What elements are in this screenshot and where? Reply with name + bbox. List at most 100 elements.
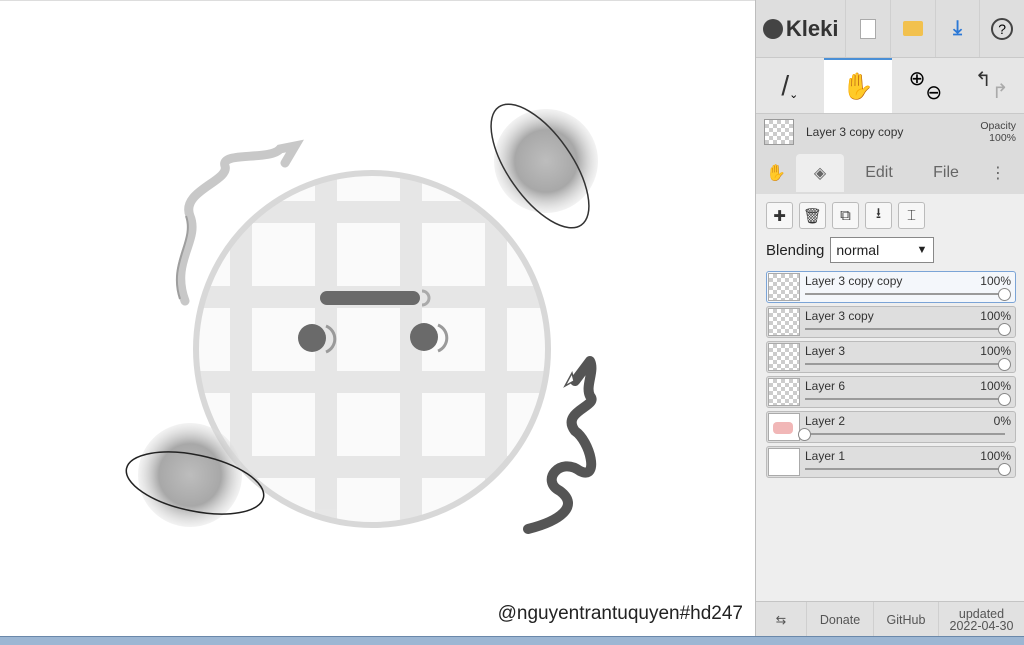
updated-date: 2022-04-30 <box>949 618 1014 633</box>
opacity-value: 100% <box>989 132 1016 144</box>
layer-thumbnail <box>768 308 800 336</box>
add-layer-button[interactable]: ✚ <box>766 202 793 229</box>
folder-icon <box>902 21 923 36</box>
layer-opacity-slider[interactable] <box>805 293 1005 295</box>
layer-name: Layer 3 <box>805 344 846 358</box>
layer-opacity-slider[interactable] <box>805 398 1005 400</box>
zoom-controls: ⊕ ⊖ <box>892 58 960 113</box>
rename-icon: ⌶ <box>906 207 916 224</box>
layer-name: Layer 6 <box>805 379 846 393</box>
opacity-label: Opacity <box>980 120 1016 132</box>
blending-value: normal <box>836 242 880 258</box>
delete-layer-button[interactable]: 🗑 <box>799 202 826 229</box>
more-menu-icon[interactable]: ⋮ <box>978 154 1018 192</box>
slider-knob[interactable] <box>998 288 1011 301</box>
new-button[interactable] <box>846 0 891 57</box>
download-icon: ⤓ <box>953 17 962 39</box>
slider-knob[interactable] <box>998 463 1011 476</box>
layer-name: Layer 2 <box>805 414 846 428</box>
current-layer-thumbnail <box>764 119 794 145</box>
undo-icon[interactable]: ↰ <box>975 67 992 92</box>
layer-opacity: 100% <box>980 449 1011 463</box>
brush-tool-button[interactable]: / ⌄ <box>756 58 824 113</box>
layer-name: Layer 3 copy <box>805 309 874 323</box>
hand-tool-button[interactable]: ✋ <box>823 58 892 113</box>
rename-layer-button[interactable]: ⌶ <box>898 202 925 229</box>
top-toolbar: Kleki ⤓ ? <box>756 0 1024 58</box>
layer-thumbnail <box>768 413 800 441</box>
hand-icon: ✋ <box>766 165 786 182</box>
kleki-logo-icon <box>762 18 783 39</box>
open-button[interactable] <box>891 0 936 57</box>
os-taskbar <box>0 636 1024 645</box>
save-button[interactable]: ⤓ <box>936 0 981 57</box>
duplicate-layer-button[interactable]: ⧉ <box>832 202 859 229</box>
slider-knob[interactable] <box>998 358 1011 371</box>
layer-opacity-slider[interactable] <box>805 468 1005 470</box>
layer-row[interactable]: Layer 3 100% <box>766 341 1016 373</box>
chevron-down-icon: ▼ <box>916 244 928 256</box>
panel-tabs: ✋ ◈ Edit File ⋮ <box>756 154 1024 192</box>
slider-knob[interactable] <box>998 323 1011 336</box>
blending-row: Blending normal ▼ <box>756 235 1024 271</box>
duplicate-icon: ⧉ <box>840 207 851 224</box>
layer-name: Layer 1 <box>805 449 846 463</box>
redo-icon[interactable]: ↱ <box>992 79 1009 104</box>
app-name: Kleki <box>785 15 839 41</box>
plus-icon: ✚ <box>773 207 786 225</box>
layer-row[interactable]: Layer 2 0% <box>766 411 1016 443</box>
current-layer-opacity: Opacity 100% <box>980 120 1016 144</box>
blending-label: Blending <box>766 241 825 259</box>
swap-icon: ⇆ <box>775 613 787 627</box>
layer-opacity-slider[interactable] <box>805 433 1005 435</box>
layer-opacity: 100% <box>980 379 1011 393</box>
merge-down-icon: ⭳ <box>875 205 882 222</box>
layer-row[interactable]: Layer 3 copy copy 100% <box>766 271 1016 303</box>
tab-layers[interactable]: ◈ <box>796 154 844 192</box>
brush-icon: / <box>781 69 790 101</box>
slider-knob[interactable] <box>798 428 811 441</box>
tool-row: / ⌄ ✋ ⊕ ⊖ ↰ ↱ <box>756 58 1024 114</box>
layer-thumbnail <box>768 448 800 476</box>
layers-panel: ✚ 🗑 ⧉ ⭳ ⌶ Blending normal ▼ Layer 3 copy… <box>756 194 1024 604</box>
updated-label: updated <box>958 606 1005 621</box>
layer-actions: ✚ 🗑 ⧉ ⭳ ⌶ <box>756 194 1024 235</box>
current-layer-name: Layer 3 copy copy <box>806 125 904 139</box>
github-link[interactable]: GitHub <box>874 602 939 637</box>
updated-info[interactable]: updated 2022-04-30 <box>939 602 1024 637</box>
new-file-icon <box>860 18 877 39</box>
zoom-in-icon[interactable]: ⊕ <box>909 66 926 91</box>
layer-list: Layer 3 copy copy 100% Layer 3 copy 100% Lay… <box>756 271 1024 478</box>
layer-thumbnail <box>768 343 800 371</box>
tab-hand[interactable]: ✋ <box>756 154 796 192</box>
layer-opacity: 100% <box>980 344 1011 358</box>
swap-side-button[interactable]: ⇆ <box>756 602 807 637</box>
layer-thumbnail <box>768 378 800 406</box>
merge-down-button[interactable]: ⭳ <box>865 202 892 229</box>
layer-row[interactable]: Layer 3 copy 100% <box>766 306 1016 338</box>
current-layer-row: Layer 3 copy copy Opacity 100% <box>756 114 1024 150</box>
layer-thumbnail <box>768 273 800 301</box>
layer-row[interactable]: Layer 1 100% <box>766 446 1016 478</box>
drawing-canvas[interactable]: @nguyentrantuquyen#hd247 <box>0 0 755 637</box>
chevron-down-icon[interactable]: ⌄ <box>789 88 798 101</box>
layer-opacity-slider[interactable] <box>805 328 1005 330</box>
slider-knob[interactable] <box>998 393 1011 406</box>
layer-opacity-slider[interactable] <box>805 363 1005 365</box>
donate-link[interactable]: Donate <box>807 602 874 637</box>
trash-icon: 🗑 <box>802 207 823 225</box>
sidebar-footer: ⇆ Donate GitHub updated 2022-04-30 <box>756 601 1024 637</box>
blending-select[interactable]: normal ▼ <box>830 237 935 263</box>
watermark-text: @nguyentrantuquyen#hd247 <box>497 603 743 624</box>
layers-icon: ◈ <box>813 165 827 182</box>
zoom-out-icon[interactable]: ⊖ <box>925 80 942 105</box>
layer-opacity: 100% <box>980 309 1011 323</box>
help-button[interactable]: ? <box>980 0 1024 57</box>
layer-row[interactable]: Layer 6 100% <box>766 376 1016 408</box>
tool-sidebar: Kleki ⤓ ? / ⌄ ✋ ⊕ ⊖ ↰ ↱ Layer 3 copy cop… <box>755 0 1024 637</box>
tab-edit[interactable]: Edit <box>844 154 914 192</box>
help-icon: ? <box>991 17 1014 40</box>
layer-opacity: 0% <box>993 414 1011 428</box>
tab-file[interactable]: File <box>914 154 978 192</box>
kleki-logo[interactable]: Kleki <box>756 0 847 57</box>
